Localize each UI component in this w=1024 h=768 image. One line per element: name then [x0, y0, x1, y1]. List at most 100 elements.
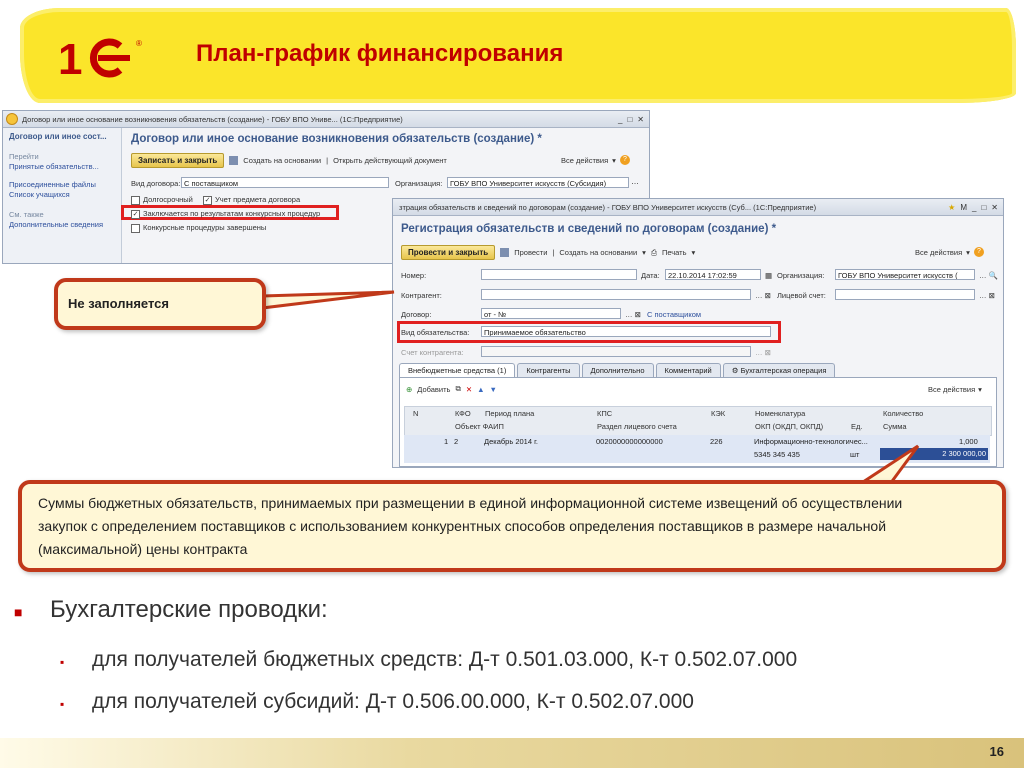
select-button[interactable]: …: [631, 177, 639, 186]
contract-type-field[interactable]: С поставщиком: [181, 177, 389, 188]
callout-not-filled-text: Не заполняется: [68, 296, 169, 311]
chevron-down-icon: ▾: [642, 248, 646, 257]
col-n[interactable]: N: [413, 409, 418, 418]
checkbox-checked-icon[interactable]: ✓: [131, 209, 140, 219]
tab-counterparties[interactable]: Контрагенты: [517, 363, 580, 377]
col-kfo[interactable]: КФО: [455, 409, 471, 418]
bullet-small-icon: ▪: [60, 697, 65, 711]
star-icon[interactable]: ★: [948, 203, 955, 212]
print-button[interactable]: Печать: [662, 248, 687, 257]
cell-n: 1: [444, 437, 449, 446]
select-button[interactable]: … ⊠: [755, 348, 771, 357]
save-icon[interactable]: [500, 248, 510, 257]
select-button[interactable]: … ⊠: [625, 310, 641, 319]
chevron-down-icon: ▾: [691, 248, 696, 257]
checkbox-long-term[interactable]: Долгосрочный: [131, 195, 193, 205]
tab-accounting-operation[interactable]: ⚙ Бухгалтерская операция: [722, 363, 836, 377]
select-button[interactable]: … 🔍: [979, 271, 998, 280]
col-quantity[interactable]: Количество: [883, 409, 923, 418]
create-base-button[interactable]: Создать на основании: [559, 248, 637, 257]
date-field[interactable]: 22.10.2014 17:02:59: [665, 269, 761, 280]
col-object[interactable]: Объект ФАИП: [455, 422, 504, 431]
maximize-icon[interactable]: □: [981, 203, 986, 212]
save-icon[interactable]: [229, 156, 239, 165]
col-kps[interactable]: КПС: [597, 409, 612, 418]
select-button[interactable]: … ⊠: [979, 291, 995, 300]
open-doc-button[interactable]: Открыть действующий документ: [333, 156, 447, 165]
callout-sums: Суммы бюджетных обязательств, принимаемы…: [18, 480, 1006, 572]
chevron-down-icon: ▾: [612, 155, 616, 165]
window-title: зтрация обязательств и сведений по догов…: [399, 202, 817, 212]
org-field[interactable]: ГОБУ ВПО Университет искусств (: [835, 269, 975, 280]
copy-icon[interactable]: ⧉: [455, 384, 460, 394]
all-actions-button[interactable]: Все действия: [561, 156, 608, 165]
tab-additional[interactable]: Дополнительно: [581, 363, 654, 377]
obligation-type-field[interactable]: Принимаемое обязательство: [481, 326, 771, 337]
sidebar-heading: Договор или иное сост...: [9, 132, 107, 141]
col-period[interactable]: Период плана: [485, 409, 534, 418]
window-title: Договор или иное основание возникновения…: [22, 114, 403, 124]
counterparty-field[interactable]: [481, 289, 751, 300]
move-down-icon[interactable]: ▼: [490, 385, 497, 394]
checkbox-subject-accounting[interactable]: ✓ Учет предмета договора: [203, 195, 300, 205]
chevron-down-icon: ▾: [978, 385, 982, 394]
sidebar-item-students[interactable]: Список учащихся: [9, 190, 70, 199]
checkbox-icon[interactable]: [131, 195, 140, 205]
post-button[interactable]: Провести: [514, 248, 547, 257]
checkbox-competitive[interactable]: ✓ Заключается по результатам конкурсных п…: [131, 209, 320, 219]
add-icon[interactable]: ⊕: [406, 385, 412, 394]
sidebar-item-obligations[interactable]: Принятые обязательств...: [9, 162, 99, 171]
post-close-button[interactable]: Провести и закрыть: [401, 245, 496, 260]
col-unit[interactable]: Ед.: [851, 422, 862, 431]
maximize-icon[interactable]: □: [627, 115, 632, 124]
cell-sum-selected[interactable]: 2 300 000,00: [880, 448, 988, 460]
cell-unit: шт: [850, 450, 860, 459]
col-nomenclature[interactable]: Номенклатура: [755, 409, 805, 418]
counterparty-account-field[interactable]: [481, 346, 751, 357]
printer-icon[interactable]: ⎙: [651, 248, 657, 258]
minimize-icon[interactable]: _: [972, 203, 976, 212]
checkbox-checked-icon[interactable]: ✓: [203, 195, 212, 205]
checkbox-completed[interactable]: Конкурсные процедуры завершены: [131, 223, 266, 233]
memory-icon[interactable]: M: [960, 203, 967, 212]
save-close-button[interactable]: Записать и закрыть: [131, 153, 225, 168]
tab-extrabudget[interactable]: Внебюджетные средства (1): [399, 363, 516, 377]
help-icon[interactable]: ?: [619, 155, 630, 165]
calendar-icon[interactable]: ▦: [765, 271, 772, 280]
close-icon[interactable]: ✕: [991, 203, 998, 212]
sidebar-item-additional[interactable]: Дополнительные сведения: [9, 220, 103, 229]
col-account-section[interactable]: Раздел лицевого счета: [597, 422, 677, 431]
account-field[interactable]: [835, 289, 975, 300]
minimize-icon[interactable]: _: [618, 115, 622, 124]
app-icon: [6, 113, 18, 125]
col-okp[interactable]: ОКП (ОКДП, ОКПД): [755, 422, 823, 431]
col-sum[interactable]: Сумма: [883, 422, 907, 431]
delete-icon[interactable]: ✕: [466, 385, 472, 394]
table-row[interactable]: 1 2 Декабрь 2014 г. 0020000000000000 226…: [404, 435, 990, 463]
close-icon[interactable]: ✕: [637, 115, 644, 124]
cell-kek: 226: [710, 437, 723, 446]
form-title: Договор или иное основание возникновения…: [131, 133, 542, 145]
separator: |: [326, 156, 329, 165]
bullet-square-icon: ■: [14, 604, 23, 620]
move-up-icon[interactable]: ▲: [477, 385, 484, 394]
all-actions-button[interactable]: Все действия: [915, 248, 962, 257]
select-button[interactable]: … ⊠: [755, 291, 771, 300]
all-actions-button[interactable]: Все действия: [928, 385, 975, 394]
bullet-small-icon: ▪: [60, 655, 65, 669]
sidebar-see-also-label: См. также: [9, 210, 44, 219]
contract-link[interactable]: С поставщиком: [647, 310, 701, 319]
checkbox-icon[interactable]: [131, 223, 140, 233]
number-field[interactable]: [481, 269, 637, 280]
cell-kps: 0020000000000000: [596, 437, 663, 446]
col-kek[interactable]: КЭК: [711, 409, 725, 418]
contract-field[interactable]: от - №: [481, 308, 621, 319]
tab-comment[interactable]: Комментарий: [655, 363, 721, 377]
help-icon[interactable]: ?: [973, 247, 984, 257]
add-button[interactable]: Добавить: [417, 385, 450, 394]
org-field[interactable]: ГОБУ ВПО Университет искусств (Субсидия): [447, 177, 629, 188]
create-base-button[interactable]: Создать на основании: [243, 156, 321, 165]
date-label: Дата:: [641, 271, 660, 280]
org-label: Организация:: [777, 271, 825, 280]
sidebar-item-files[interactable]: Присоединенные файлы: [9, 180, 96, 189]
